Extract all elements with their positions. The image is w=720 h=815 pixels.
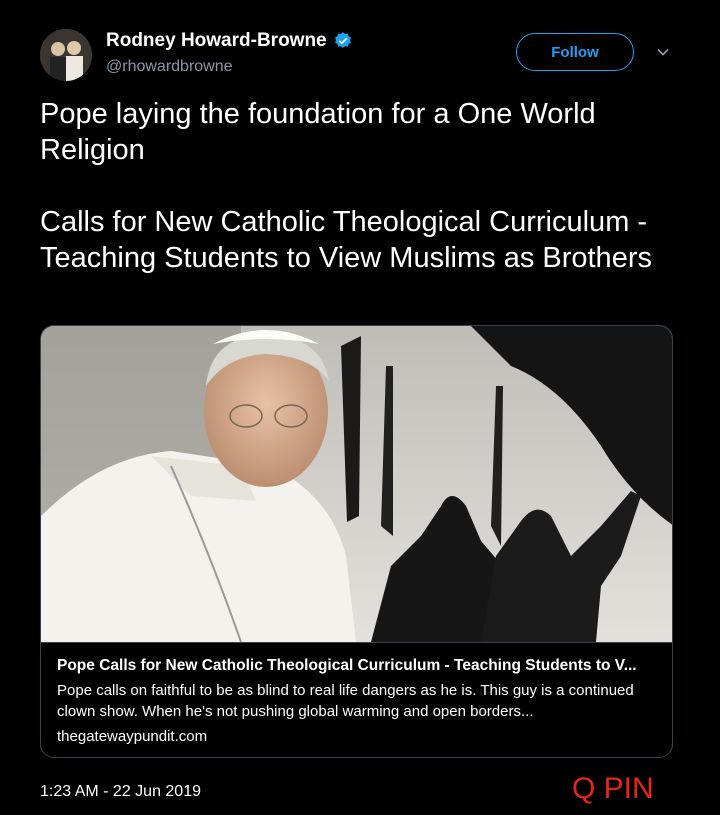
tweet-text: Pope laying the foundation for a One Wor…: [40, 96, 680, 276]
card-body[interactable]: Pope Calls for New Catholic Theological …: [41, 642, 672, 757]
tweet-paragraph: Pope laying the foundation for a One Wor…: [40, 98, 596, 166]
link-card[interactable]: Pope Calls for New Catholic Theological …: [40, 325, 673, 758]
card-domain[interactable]: thegatewaypundit.com: [57, 728, 658, 745]
avatar-photo: [40, 29, 92, 81]
card-image[interactable]: [41, 326, 673, 642]
card-description: Pope calls on faithful to be as blind to…: [57, 682, 634, 720]
tweet-timestamp[interactable]: 1:23 AM - 22 Jun 2019: [40, 783, 201, 801]
verified-badge-icon: [334, 32, 351, 48]
chevron-down-icon[interactable]: [654, 43, 672, 61]
follow-button[interactable]: Follow: [516, 33, 634, 71]
display-name[interactable]: Rodney Howard-Browne: [106, 30, 327, 52]
avatar[interactable]: [40, 29, 92, 81]
card-title[interactable]: Pope Calls for New Catholic Theological …: [57, 656, 658, 676]
user-handle[interactable]: @rhowardbrowne: [106, 58, 233, 76]
watermark-text: Q PIN: [572, 772, 654, 805]
tweet-paragraph: Calls for New Catholic Theological Curri…: [40, 206, 652, 274]
